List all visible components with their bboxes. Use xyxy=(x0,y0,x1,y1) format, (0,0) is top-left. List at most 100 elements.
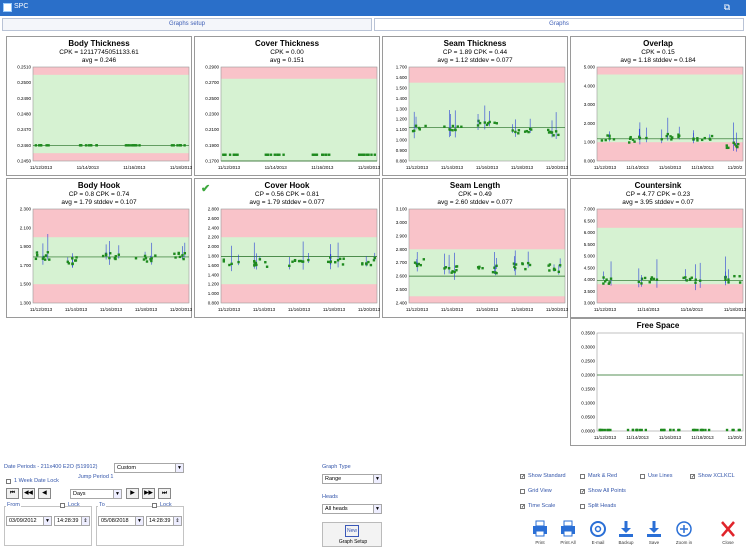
graph-setup-button[interactable]: New Graph Setup xyxy=(322,522,382,547)
data-point[interactable] xyxy=(456,125,459,128)
data-point[interactable] xyxy=(35,251,39,254)
data-point[interactable] xyxy=(602,282,605,285)
data-point[interactable] xyxy=(114,257,117,261)
data-point[interactable] xyxy=(71,262,74,265)
data-point[interactable] xyxy=(264,261,267,264)
data-point[interactable] xyxy=(725,428,729,432)
data-point[interactable] xyxy=(737,142,740,146)
data-point[interactable] xyxy=(282,153,285,156)
data-point[interactable] xyxy=(524,267,527,271)
data-point[interactable] xyxy=(48,258,51,261)
data-point[interactable] xyxy=(357,153,361,156)
data-point[interactable] xyxy=(703,136,706,140)
data-point[interactable] xyxy=(558,264,562,267)
date-periods-select[interactable]: Custom ▼ xyxy=(114,463,184,473)
data-point[interactable] xyxy=(640,428,643,432)
data-point[interactable] xyxy=(46,251,50,254)
data-point[interactable] xyxy=(178,255,182,259)
data-point[interactable] xyxy=(288,264,291,268)
data-point[interactable] xyxy=(173,252,176,255)
data-point[interactable] xyxy=(528,127,532,131)
data-point[interactable] xyxy=(34,257,38,261)
chart-seam-thickness[interactable]: Seam Thickness CP = 1.89 CPK = 0.44 avg = … xyxy=(382,36,569,176)
data-point[interactable] xyxy=(671,136,674,139)
data-point[interactable] xyxy=(455,265,459,268)
data-point[interactable] xyxy=(598,428,601,432)
data-point[interactable] xyxy=(727,146,730,150)
data-point[interactable] xyxy=(682,276,685,280)
data-point[interactable] xyxy=(738,275,741,278)
data-point[interactable] xyxy=(444,266,448,269)
data-point[interactable] xyxy=(361,153,364,156)
show-xclkcl-checkbox[interactable]: ✓ xyxy=(690,474,695,480)
time-scale-checkbox[interactable]: ✓ xyxy=(520,504,525,510)
data-point[interactable] xyxy=(422,258,426,261)
data-point[interactable] xyxy=(691,428,695,432)
chart-free-space[interactable]: Free Space 0.3500 0.3000 0.2500 0.2000 0.1500… xyxy=(570,318,746,446)
data-point[interactable] xyxy=(666,132,670,136)
data-point[interactable] xyxy=(709,138,712,141)
data-point[interactable] xyxy=(649,277,653,281)
data-point[interactable] xyxy=(291,260,294,263)
data-point[interactable] xyxy=(127,144,131,147)
data-point[interactable] xyxy=(101,254,105,258)
data-point[interactable] xyxy=(361,262,364,265)
data-point[interactable] xyxy=(494,271,497,274)
data-point[interactable] xyxy=(224,153,227,156)
data-point[interactable] xyxy=(454,128,457,132)
data-point[interactable] xyxy=(145,260,149,263)
data-point[interactable] xyxy=(176,144,179,147)
chart-cover-thickness[interactable]: Cover Thickness CPK = 0.00 avg = 0.151 0.29… xyxy=(194,36,381,176)
data-point[interactable] xyxy=(513,265,516,269)
chart-seam-length[interactable]: Seam Length CPK = 0.49 avg = 2.60 stddev =… xyxy=(382,178,569,318)
data-point[interactable] xyxy=(143,254,147,258)
data-point[interactable] xyxy=(476,124,480,127)
data-point[interactable] xyxy=(273,153,276,156)
data-point[interactable] xyxy=(369,263,373,267)
data-point[interactable] xyxy=(685,279,688,282)
data-point[interactable] xyxy=(628,141,631,144)
data-point[interactable] xyxy=(181,254,184,257)
data-point[interactable] xyxy=(478,121,482,125)
data-point[interactable] xyxy=(174,256,177,259)
print-button[interactable]: Print xyxy=(528,520,552,547)
data-point[interactable] xyxy=(334,261,337,264)
data-point[interactable] xyxy=(447,267,451,270)
data-point[interactable] xyxy=(307,258,310,262)
data-point[interactable] xyxy=(483,121,487,124)
data-point[interactable] xyxy=(638,136,642,140)
data-point[interactable] xyxy=(609,277,613,280)
data-point[interactable] xyxy=(548,269,551,272)
data-point[interactable] xyxy=(694,428,697,432)
data-point[interactable] xyxy=(104,253,108,257)
data-point[interactable] xyxy=(230,262,233,266)
data-point[interactable] xyxy=(236,153,239,156)
data-point[interactable] xyxy=(495,264,498,267)
close-button[interactable]: Close xyxy=(716,520,740,547)
data-point[interactable] xyxy=(607,428,610,432)
data-point[interactable] xyxy=(557,133,560,137)
data-point[interactable] xyxy=(373,153,377,156)
data-point[interactable] xyxy=(631,138,635,141)
data-point[interactable] xyxy=(700,138,704,142)
data-point[interactable] xyxy=(138,144,141,147)
data-point[interactable] xyxy=(43,258,47,261)
data-point[interactable] xyxy=(293,259,297,263)
show-standard-checkbox[interactable]: ✓ xyxy=(520,474,525,480)
data-point[interactable] xyxy=(237,260,240,264)
save-button[interactable]: Save xyxy=(642,520,666,547)
data-point[interactable] xyxy=(39,144,43,147)
data-point[interactable] xyxy=(144,257,148,260)
data-point[interactable] xyxy=(547,264,550,267)
data-point[interactable] xyxy=(707,428,711,432)
data-point[interactable] xyxy=(550,131,553,134)
data-point[interactable] xyxy=(547,131,551,134)
restore-window-icon[interactable]: ⧉ xyxy=(720,2,734,14)
data-point[interactable] xyxy=(45,144,48,147)
data-point[interactable] xyxy=(449,128,452,131)
data-point[interactable] xyxy=(276,153,279,156)
data-point[interactable] xyxy=(733,274,736,278)
data-point[interactable] xyxy=(628,137,632,140)
data-point[interactable] xyxy=(517,129,521,132)
data-point[interactable] xyxy=(698,279,702,282)
